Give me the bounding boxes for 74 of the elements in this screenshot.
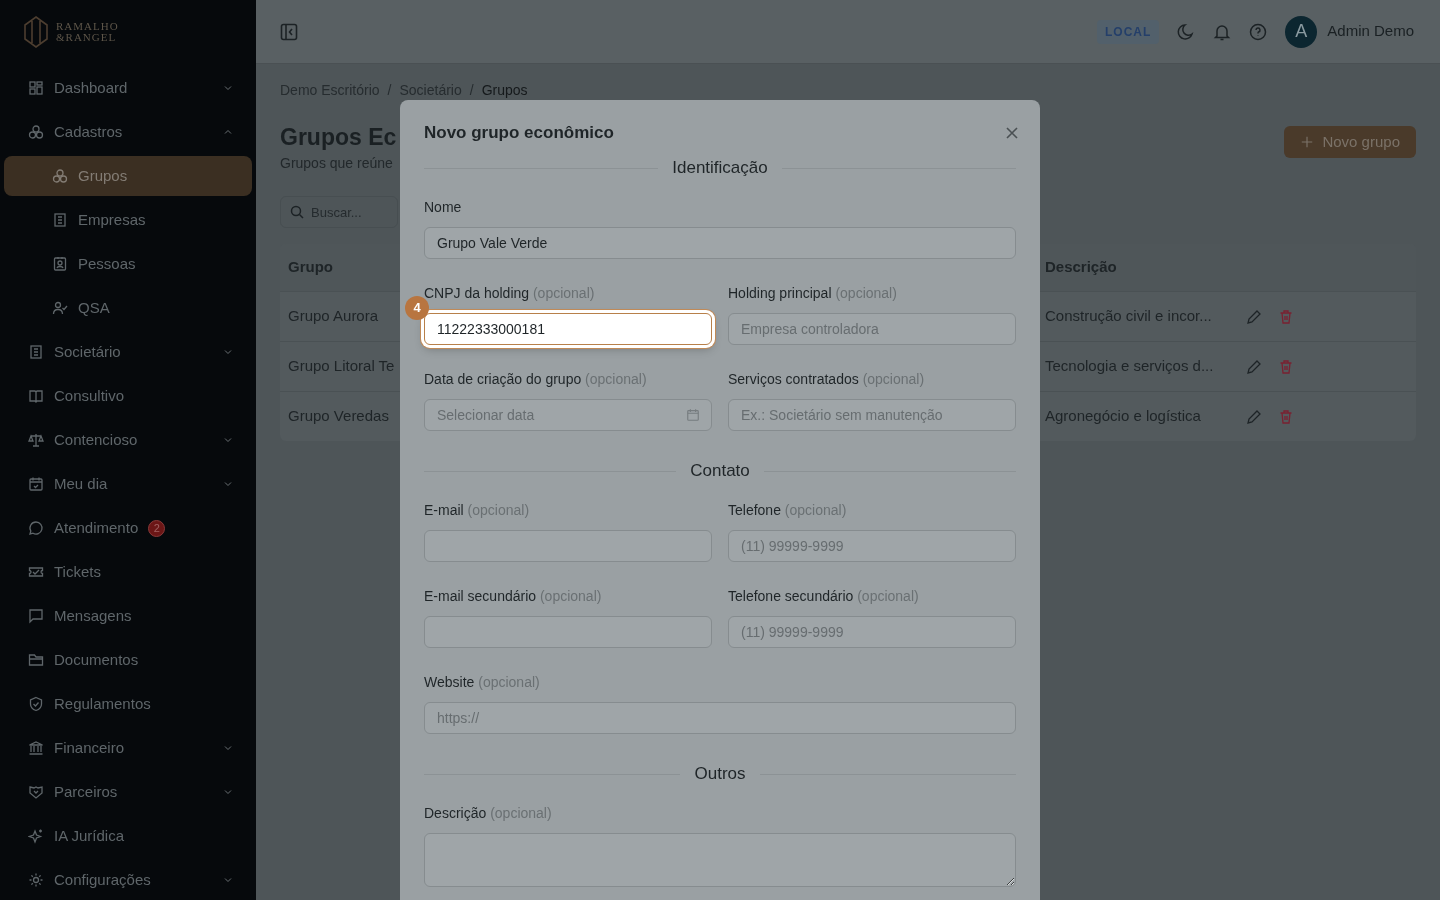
logo-icon	[24, 16, 48, 48]
sidebar-item[interactable]: Mensagens	[4, 596, 252, 636]
trash-icon[interactable]	[1278, 308, 1294, 325]
pencil-icon[interactable]	[1246, 308, 1262, 325]
input-field[interactable]	[424, 530, 712, 562]
breadcrumb-separator: /	[469, 81, 474, 100]
ticket-icon	[28, 564, 44, 580]
circles-icon	[28, 124, 44, 140]
grid-icon	[28, 80, 44, 96]
person-check-icon	[52, 300, 68, 316]
folder-icon	[28, 652, 44, 668]
sidebar-item[interactable]: QSA	[4, 288, 252, 328]
calendar-icon	[686, 408, 700, 422]
input-field[interactable]: (11) 99999-9999	[728, 616, 1016, 648]
sidebar-item[interactable]: Financeiro	[4, 728, 252, 768]
input-field[interactable]	[424, 616, 712, 648]
section-heading: Identificação	[672, 157, 768, 180]
sidebar-item[interactable]: Contencioso	[4, 420, 252, 460]
textarea-field[interactable]	[424, 833, 1016, 887]
search-icon	[290, 205, 304, 219]
input-field[interactable]: Empresa controladora	[728, 313, 1016, 345]
bank-icon	[28, 740, 44, 756]
input-field[interactable]: Ex.: Societário sem manutenção	[728, 399, 1016, 431]
sidebar-item[interactable]: Atendimento 2	[4, 508, 252, 548]
input-field[interactable]: 11222333000181	[424, 313, 712, 345]
logo-text: &RANGEL	[56, 32, 118, 43]
sidebar-item[interactable]: Tickets	[4, 552, 252, 592]
scales-icon	[28, 432, 44, 448]
sidebar-item[interactable]: Documentos	[4, 640, 252, 680]
sidebar-item[interactable]: Grupos	[4, 156, 252, 196]
shield-icon	[28, 696, 44, 712]
help-icon[interactable]	[1249, 22, 1268, 41]
user-name[interactable]: Admin Demo	[1327, 20, 1414, 43]
sidebar-item[interactable]: Meu dia	[4, 464, 252, 504]
sparkle-icon	[28, 828, 44, 844]
trash-icon[interactable]	[1278, 408, 1294, 425]
sidebar-item[interactable]: Parceiros	[4, 772, 252, 812]
moon-icon[interactable]	[1177, 22, 1196, 41]
building-icon	[28, 344, 44, 360]
id-card-icon	[52, 256, 68, 272]
section-heading: Contato	[690, 460, 750, 483]
pencil-icon[interactable]	[1246, 358, 1262, 375]
count-badge: 2	[148, 519, 166, 537]
notification-icon[interactable]	[1213, 22, 1232, 41]
input-field[interactable]: Grupo Vale Verde	[424, 227, 1016, 259]
input-field[interactable]: https://	[424, 702, 1016, 734]
sidebar-item[interactable]: Regulamentos	[4, 684, 252, 724]
sidebar-item[interactable]: Empresas	[4, 200, 252, 240]
chat-bubble-icon	[28, 520, 44, 536]
plus-icon	[1300, 135, 1315, 149]
new-group-button[interactable]: Novo grupo	[1284, 126, 1416, 158]
user-avatar[interactable]: A	[1285, 15, 1318, 48]
field-label: Nome	[424, 198, 462, 217]
breadcrumb-current: Grupos	[481, 81, 528, 100]
pencil-icon[interactable]	[1246, 408, 1262, 425]
sidebar-item[interactable]: Societário	[4, 332, 252, 372]
logo-text: RAMALHO	[56, 21, 119, 32]
message-icon	[28, 608, 44, 624]
section-heading: Outros	[694, 763, 746, 786]
sidebar-item[interactable]: Pessoas	[4, 244, 252, 284]
sidebar-item[interactable]: Dashboard	[4, 68, 252, 108]
sidebar-item[interactable]: Cadastros	[4, 112, 252, 152]
building-icon	[52, 212, 68, 228]
modal-title: Novo grupo econômico	[424, 124, 614, 142]
input-field[interactable]: (11) 99999-9999	[728, 530, 1016, 562]
circles-icon	[52, 168, 68, 184]
trash-icon[interactable]	[1278, 358, 1294, 375]
book-icon	[28, 388, 44, 404]
sidebar-item[interactable]: Configurações	[4, 860, 252, 900]
sidebar-item[interactable]: IA Jurídica	[4, 816, 252, 856]
date-field[interactable]: Selecionar data	[424, 399, 712, 431]
calendar-icon	[28, 476, 44, 492]
breadcrumb-separator: /	[387, 81, 392, 100]
sidebar-item[interactable]: Consultivo	[4, 376, 252, 416]
